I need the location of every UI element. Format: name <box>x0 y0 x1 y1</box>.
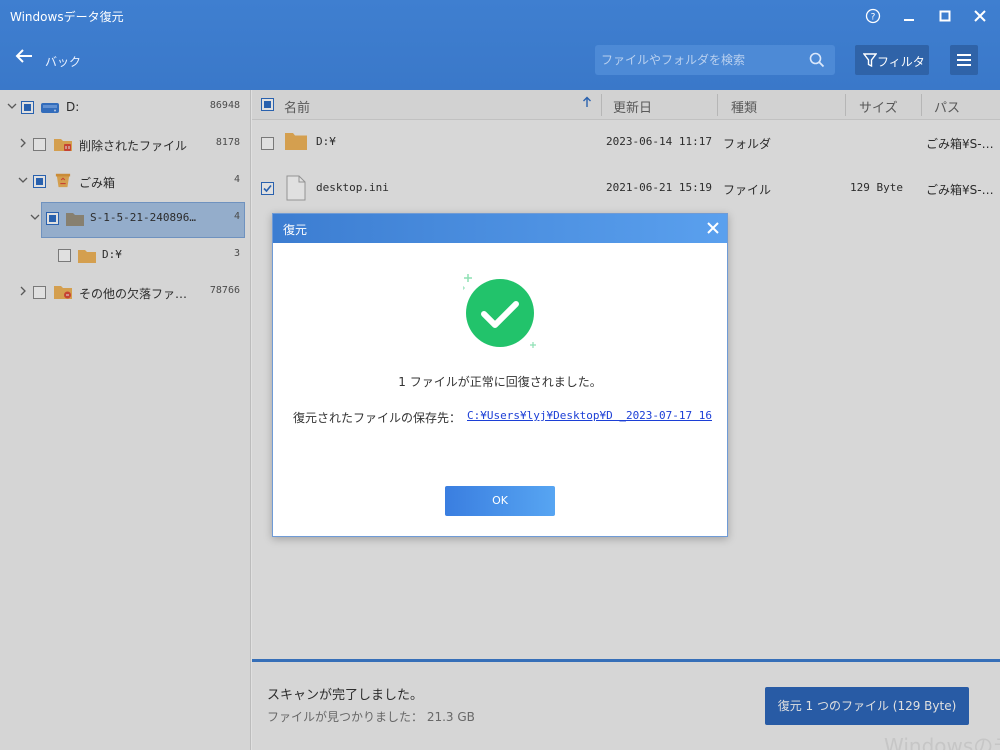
dialog-close-icon[interactable] <box>707 217 719 239</box>
maximize-icon[interactable] <box>934 6 956 26</box>
search-box[interactable] <box>595 45 835 75</box>
hamburger-menu-icon[interactable] <box>950 45 978 75</box>
save-path-link[interactable]: C:¥Users¥lyj¥Desktop¥D _2023-07-17 1627… <box>467 409 712 422</box>
success-check-icon <box>463 274 536 348</box>
filter-button[interactable]: フィルタ <box>855 45 929 75</box>
recovery-complete-dialog: 復元 1 ファイルが正常に回復されました。 復元されたファイルの保存先： C:¥… <box>272 213 728 537</box>
svg-text:?: ? <box>871 13 876 23</box>
close-icon[interactable] <box>969 6 991 26</box>
back-arrow-icon[interactable] <box>14 47 34 71</box>
filter-label: フィルタ <box>877 55 925 69</box>
filter-icon <box>863 53 877 68</box>
back-button-label[interactable]: バック <box>45 53 81 70</box>
dialog-title: 復元 <box>283 223 308 237</box>
ok-button[interactable]: OK <box>445 486 555 516</box>
question-circle-icon[interactable]: ? <box>862 6 884 26</box>
success-message: 1 ファイルが正常に回復されました。 <box>398 375 602 389</box>
search-icon[interactable] <box>809 52 825 68</box>
window-title: Windowsデータ復元 <box>10 10 124 24</box>
save-path-label: 復元されたファイルの保存先： <box>293 411 462 425</box>
dialog-titlebar: 復元 <box>273 214 727 243</box>
header-bar: Windowsデータ復元 ? バック フィルタ <box>0 0 1000 90</box>
search-input[interactable] <box>601 51 801 69</box>
minimize-icon[interactable] <box>898 6 920 26</box>
